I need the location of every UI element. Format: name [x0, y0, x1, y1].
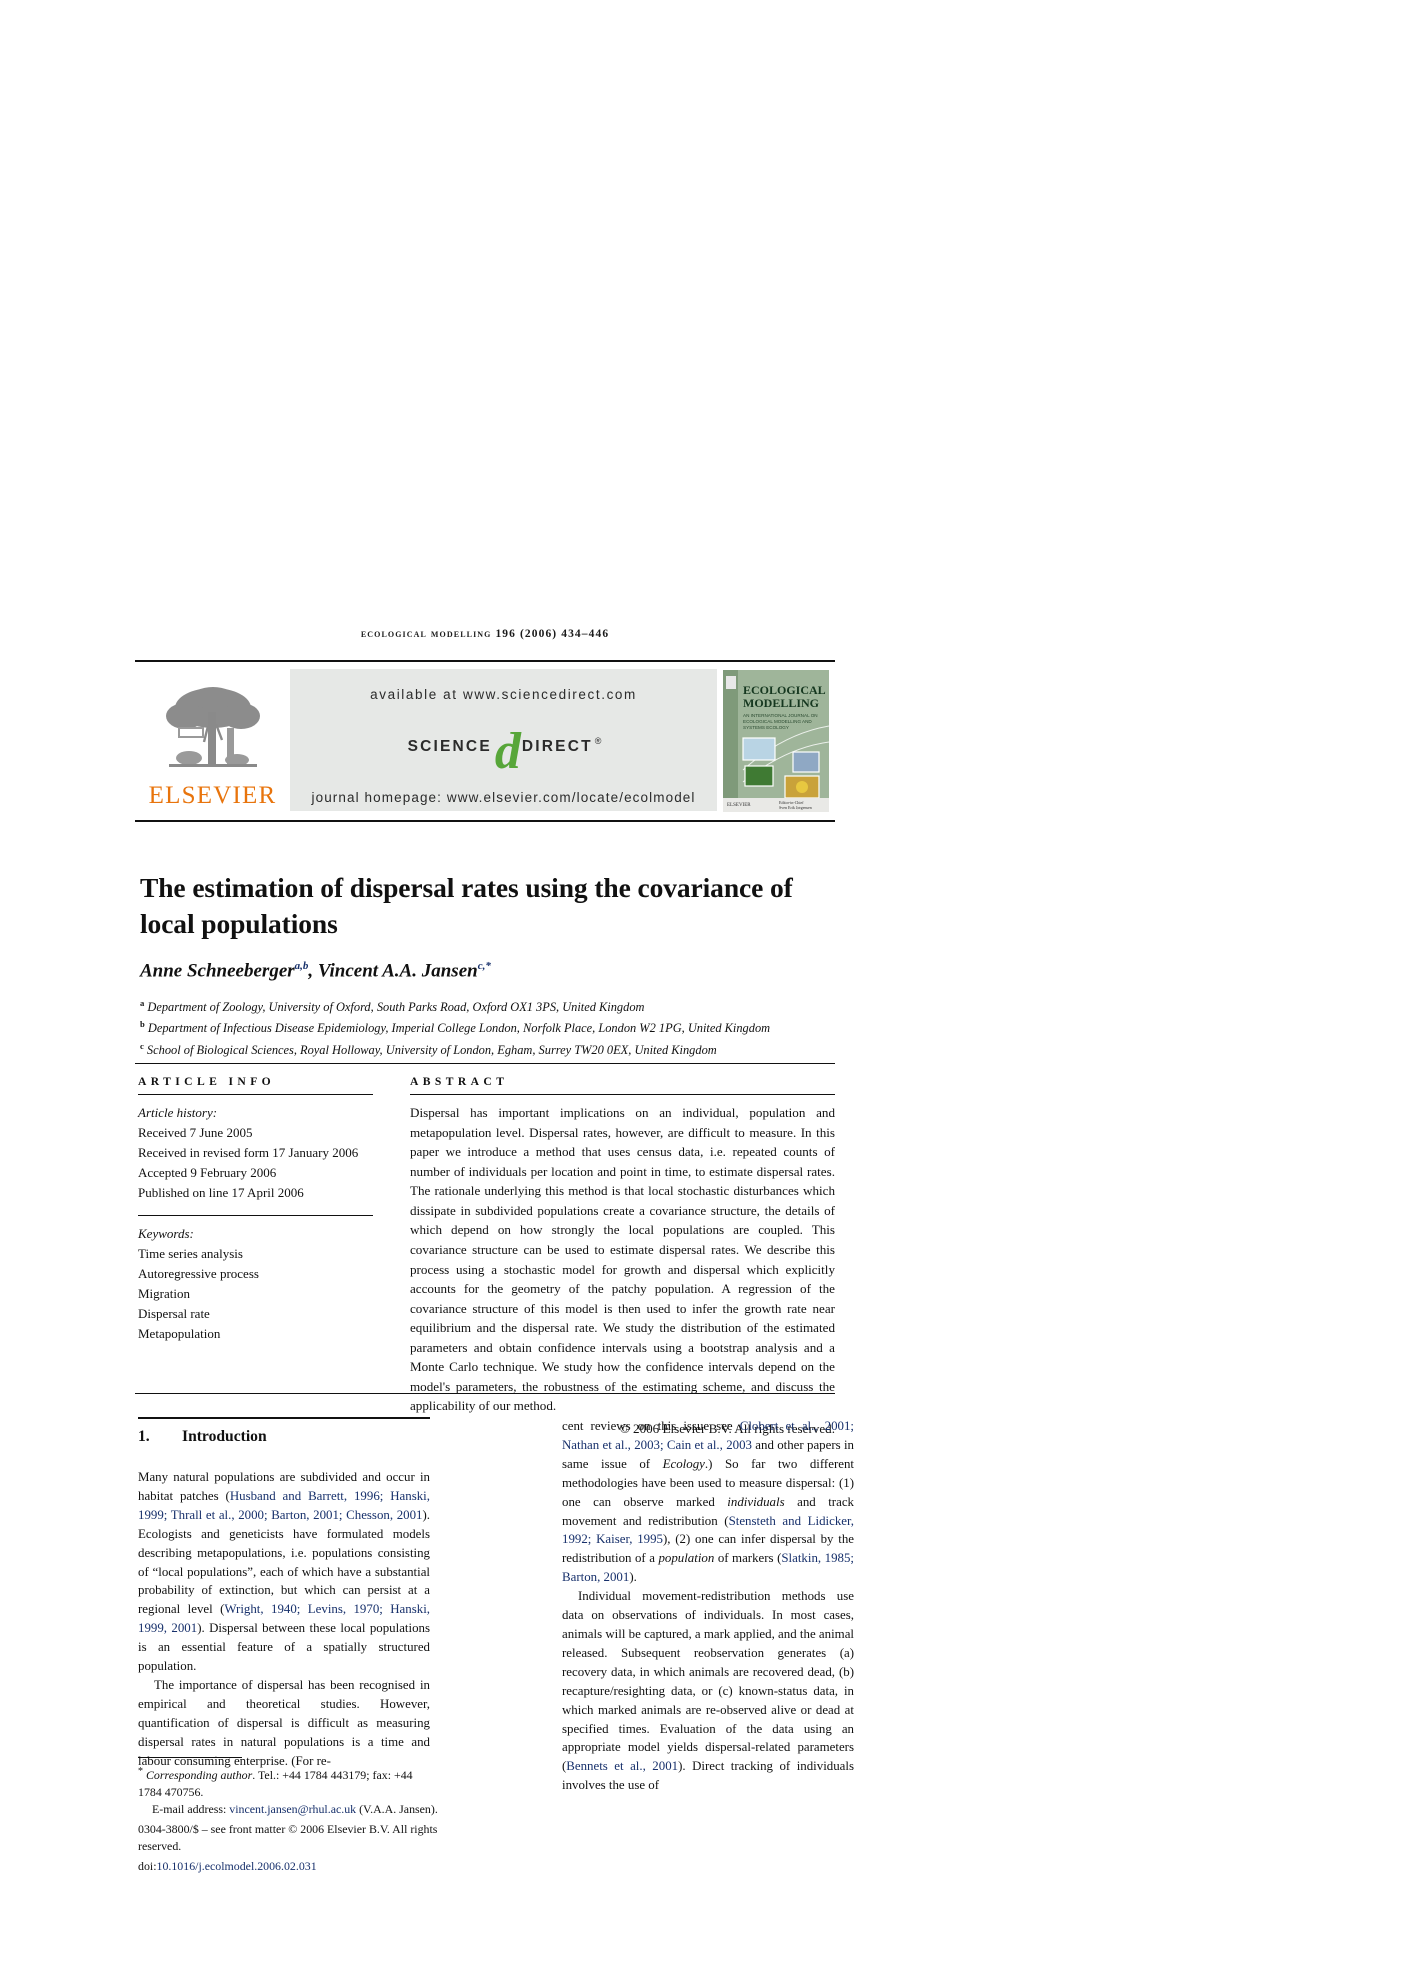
svg-text:ECOLOGICAL: ECOLOGICAL	[743, 683, 826, 697]
emphasis-text: individuals	[727, 1494, 785, 1509]
abstract-text: Dispersal has important implications on …	[410, 1105, 835, 1414]
intro-paragraphs-left: Many natural populations are subdivided …	[138, 1468, 430, 1771]
available-at-text: available at www.sciencedirect.com	[370, 687, 637, 702]
affiliation-text: Department of Zoology, University of Oxf…	[144, 1000, 645, 1015]
elsevier-wordmark: ELSEVIER	[148, 782, 277, 809]
keywords-label: Keywords:	[138, 1226, 194, 1242]
affiliation-list: a Department of Zoology, University of O…	[140, 996, 940, 1060]
keyword-item: Metapopulation	[138, 1325, 221, 1341]
running-head: ecological modelling 196 (2006) 434–446	[360, 628, 610, 640]
sciencedirect-banner: available at www.sciencedirect.com SCIEN…	[290, 669, 717, 811]
journal-homepage-text: journal homepage: www.elsevier.com/locat…	[311, 790, 696, 805]
article-history-item: Published on line 17 April 2006	[138, 1184, 304, 1200]
body-column-left: 1. Introduction Many natural populations…	[138, 1417, 430, 1771]
doi-label: doi:	[138, 1859, 157, 1874]
elsevier-logo: ELSEVIER	[135, 662, 290, 820]
article-info-heading: ARTICLE INFO	[138, 1075, 276, 1088]
svg-text:Sven Erik Jørgensen: Sven Erik Jørgensen	[779, 805, 812, 810]
registered-trademark-icon: ®	[594, 735, 602, 746]
keywords-items: Time series analysis Autoregressive proce…	[138, 1244, 373, 1343]
svg-text:SYSTEMS ECOLOGY: SYSTEMS ECOLOGY	[743, 725, 789, 730]
email-note: E-mail address: vincent.jansen@rhul.ac.u…	[138, 1801, 438, 1818]
paragraph-text: The importance of dispersal has been rec…	[138, 1677, 430, 1768]
citation-link[interactable]: Bennets et al., 2001	[566, 1759, 678, 1773]
author-name: Vincent A.A. Jansen	[317, 960, 478, 982]
svg-text:ELSEVIER: ELSEVIER	[727, 803, 751, 808]
section-title: Introduction	[182, 1428, 267, 1445]
doi-link[interactable]: 10.1016/j.ecolmodel.2006.02.031	[157, 1859, 317, 1873]
sciencedirect-d-glyph: d	[494, 723, 521, 780]
info-bottom-rule	[135, 1393, 835, 1394]
section-heading-introduction: 1. Introduction	[138, 1428, 430, 1446]
elsevier-tree-icon	[160, 682, 265, 782]
affiliation-item: c School of Biological Sciences, Royal H…	[140, 1039, 940, 1060]
doi-line: doi:10.1016/j.ecolmodel.2006.02.031	[138, 1858, 438, 1875]
paragraph-text: Individual movement-redistribution metho…	[562, 1589, 854, 1774]
author-affiliation-mark: a,b	[294, 960, 309, 972]
keywords-rule	[138, 1215, 373, 1217]
journal-cover-icon: ECOLOGICAL MODELLING AN INTERNATIONAL JO…	[723, 670, 829, 812]
journal-cover-thumbnail: ECOLOGICAL MODELLING AN INTERNATIONAL JO…	[717, 662, 835, 820]
article-history-label: Article history:	[138, 1105, 218, 1120]
emphasis-text: population	[658, 1551, 715, 1566]
author-name: Anne Schneeberger	[140, 960, 295, 982]
keyword-item: Time series analysis	[138, 1246, 243, 1262]
intro-paragraphs-right: cent reviews on this issue see Clobert e…	[562, 1417, 854, 1795]
svg-text:AN INTERNATIONAL JOURNAL ON: AN INTERNATIONAL JOURNAL ON	[743, 713, 818, 718]
affiliation-item: a Department of Zoology, University of O…	[140, 996, 940, 1017]
corresponding-author-note: * Corresponding author. Tel.: +44 1784 44…	[138, 1765, 438, 1801]
body-paragraph: Individual movement-redistribution metho…	[562, 1587, 854, 1795]
keyword-item: Dispersal rate	[138, 1305, 210, 1321]
article-history-item: Received 7 June 2005	[138, 1124, 253, 1140]
affiliation-item: b Department of Infectious Disease Epide…	[140, 1017, 940, 1038]
author-list: Anne Schneebergera,b, Vincent A.A. Janse…	[140, 960, 900, 982]
sciencedirect-direct-word: DIRECT	[521, 737, 593, 755]
abstract-column: ABSTRACT Dispersal has important implica…	[410, 1075, 835, 1437]
paragraph-text: ).	[629, 1570, 637, 1585]
keywords-block: Keywords: Time series analysis Autoregres…	[138, 1224, 373, 1343]
sciencedirect-logo: SCIENCE d DIRECT ®	[407, 725, 602, 778]
section-rule	[138, 1417, 430, 1419]
author-affiliation-mark: c,*	[477, 960, 491, 972]
keyword-item: Migration	[138, 1286, 190, 1301]
article-history-items: Received 7 June 2005 Received in revised …	[138, 1123, 373, 1203]
svg-text:MODELLING: MODELLING	[743, 696, 819, 710]
article-info-column: ARTICLE INFO Article history: Received 7…	[138, 1075, 373, 1344]
journal-masthead: ELSEVIER available at www.sciencedirect.…	[135, 660, 835, 822]
emphasis-text: Ecology	[662, 1456, 705, 1471]
email-label: E-mail address:	[152, 1802, 230, 1816]
info-top-rule	[135, 1063, 835, 1064]
email-link[interactable]: vincent.jansen@rhul.ac.uk	[229, 1802, 356, 1816]
section-number: 1.	[138, 1428, 150, 1445]
issn-front-matter: 0304-3800/$ – see front matter © 2006 El…	[138, 1822, 438, 1854]
keyword-item: Autoregressive process	[138, 1266, 259, 1282]
paragraph-text: of markers (	[714, 1551, 782, 1566]
abstract-heading: ABSTRACT	[410, 1075, 509, 1088]
article-history: Article history: Received 7 June 2005 Rec…	[138, 1103, 373, 1202]
article-history-item: Accepted 9 February 2006	[138, 1164, 277, 1180]
corresponding-author-mark: *	[138, 1766, 143, 1777]
svg-text:ECOLOGICAL MODELLING AND: ECOLOGICAL MODELLING AND	[743, 719, 812, 724]
article-history-item: Received in revised form 17 January 2006	[138, 1144, 359, 1160]
abstract-rule	[410, 1094, 835, 1095]
article-info-rule	[138, 1094, 373, 1095]
body-paragraph: Many natural populations are subdivided …	[138, 1468, 430, 1676]
corresponding-author-label: Corresponding author	[146, 1767, 253, 1782]
footnote-rule	[138, 1757, 242, 1758]
paper-page: ecological modelling 196 (2006) 434–446	[0, 0, 1403, 1985]
author-separator: ,	[308, 960, 318, 982]
affiliation-text: Department of Infectious Disease Epidemi…	[144, 1021, 771, 1036]
affiliation-text: School of Biological Sciences, Royal Hol…	[143, 1043, 717, 1058]
paragraph-text: cent reviews on this issue see	[562, 1419, 740, 1433]
body-column-right: cent reviews on this issue see Clobert e…	[562, 1417, 854, 1795]
footnote-block: * Corresponding author. Tel.: +44 1784 44…	[138, 1757, 438, 1875]
page-title: The estimation of dispersal rates using …	[140, 872, 793, 940]
sciencedirect-science-word: SCIENCE	[407, 737, 492, 755]
email-suffix: (V.A.A. Jansen).	[356, 1802, 438, 1816]
paragraph-text: ). Ecologists and geneticists have formu…	[138, 1507, 430, 1617]
body-paragraph: cent reviews on this issue see Clobert e…	[562, 1417, 854, 1587]
